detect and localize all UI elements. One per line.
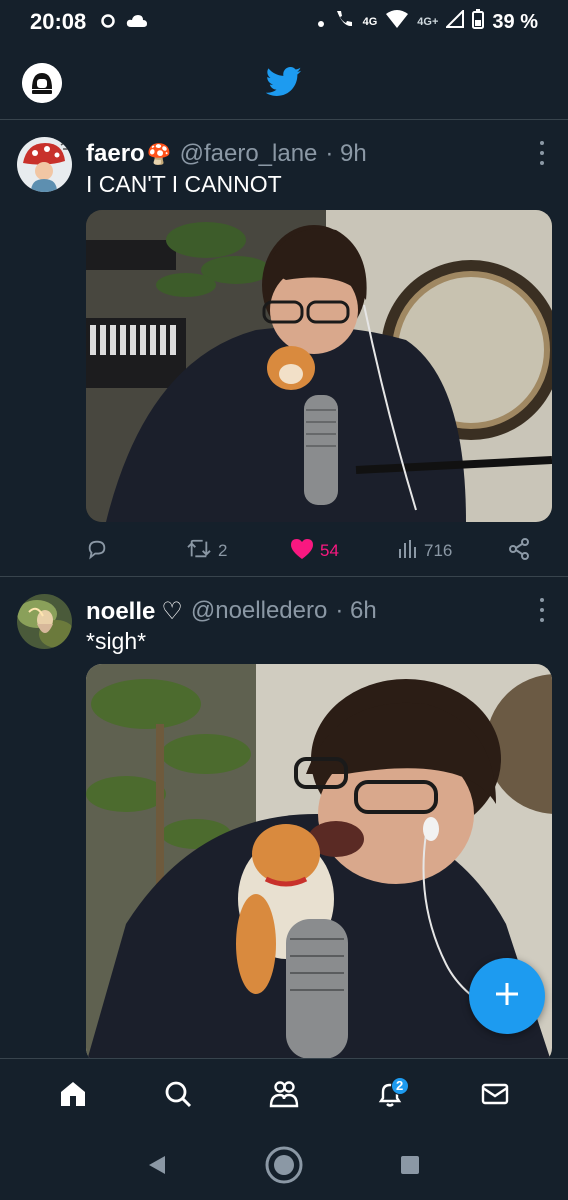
- avatar[interactable]: [17, 594, 72, 649]
- more-icon[interactable]: [538, 141, 546, 165]
- communities-icon: [268, 1079, 300, 1114]
- like-button[interactable]: 54: [290, 538, 398, 565]
- battery-level: 39 %: [492, 10, 538, 33]
- bottom-nav: 2: [0, 1058, 568, 1134]
- tweet-timestamp[interactable]: · 9h: [325, 140, 366, 168]
- name-emoji: 🍄: [146, 144, 172, 166]
- top-app-bar: [0, 44, 568, 120]
- back-icon[interactable]: [147, 1154, 169, 1181]
- heart-icon: [290, 538, 314, 565]
- avatar[interactable]: [17, 137, 72, 192]
- home-circle-icon[interactable]: [264, 1145, 304, 1190]
- user-handle[interactable]: @noelledero: [191, 597, 327, 625]
- name-emoji: ♡: [161, 597, 183, 625]
- tweet-timestamp[interactable]: · 6h: [335, 597, 376, 625]
- notification-badge: 2: [390, 1076, 409, 1095]
- clock: 20:08: [30, 9, 87, 34]
- views-icon: [398, 539, 418, 564]
- wifi-icon: [385, 9, 409, 35]
- retweet-count: 2: [218, 541, 228, 560]
- display-name-text: noelle: [86, 597, 156, 625]
- tweet-text: I CAN'T I CANNOT: [86, 171, 282, 197]
- recents-icon[interactable]: [399, 1154, 421, 1181]
- nav-messages[interactable]: [471, 1073, 519, 1121]
- nav-search[interactable]: [154, 1073, 202, 1121]
- share-button[interactable]: [508, 537, 530, 565]
- nav-notifications[interactable]: 2: [366, 1073, 414, 1121]
- search-icon: [163, 1079, 193, 1114]
- network-type-a: 4G: [362, 16, 378, 28]
- reply-icon: [86, 538, 108, 565]
- tweet-header: faero 🍄 @faero_lane · 9h: [86, 139, 367, 169]
- tweet[interactable]: faero 🍄 @faero_lane · 9h I CAN'T I CANNOT: [0, 121, 568, 577]
- tweet-actions: 2 54 716: [86, 537, 536, 565]
- signal-icon: [444, 8, 465, 34]
- display-name[interactable]: noelle ♡: [86, 597, 183, 626]
- network-type-b: 4G+: [417, 16, 439, 28]
- retweet-icon: [186, 538, 212, 565]
- share-icon: [508, 537, 530, 565]
- nav-communities[interactable]: [260, 1073, 308, 1121]
- battery-icon: [472, 9, 485, 35]
- nav-home[interactable]: [49, 1073, 97, 1121]
- more-icon[interactable]: [538, 598, 546, 622]
- status-bar: 20:08 4G 4G+ 39 %: [0, 0, 568, 44]
- tweet-text: *sigh*: [86, 628, 147, 654]
- system-navigation-bar: [0, 1134, 568, 1200]
- home-icon: [58, 1079, 88, 1114]
- display-name[interactable]: faero 🍄: [86, 140, 172, 168]
- cloud-icon: [126, 9, 148, 35]
- like-count: 54: [320, 541, 339, 560]
- dot-icon: [317, 11, 325, 34]
- mail-icon: [480, 1080, 510, 1113]
- compose-plus-icon: [494, 981, 520, 1012]
- view-count: 716: [424, 541, 453, 560]
- notification-ring-icon: [100, 9, 116, 35]
- tweet-image[interactable]: [86, 210, 552, 522]
- user-handle[interactable]: @faero_lane: [180, 140, 318, 168]
- twitter-bird-icon[interactable]: [265, 66, 302, 98]
- reply-button[interactable]: [86, 538, 186, 565]
- profile-avatar-button[interactable]: [22, 63, 62, 103]
- views-button[interactable]: 716: [398, 539, 508, 564]
- compose-button[interactable]: [469, 958, 545, 1034]
- display-name-text: faero: [86, 140, 145, 167]
- call-icon: [333, 8, 355, 36]
- tweet-header: noelle ♡ @noelledero · 6h: [86, 596, 377, 626]
- retweet-button[interactable]: 2: [186, 538, 290, 565]
